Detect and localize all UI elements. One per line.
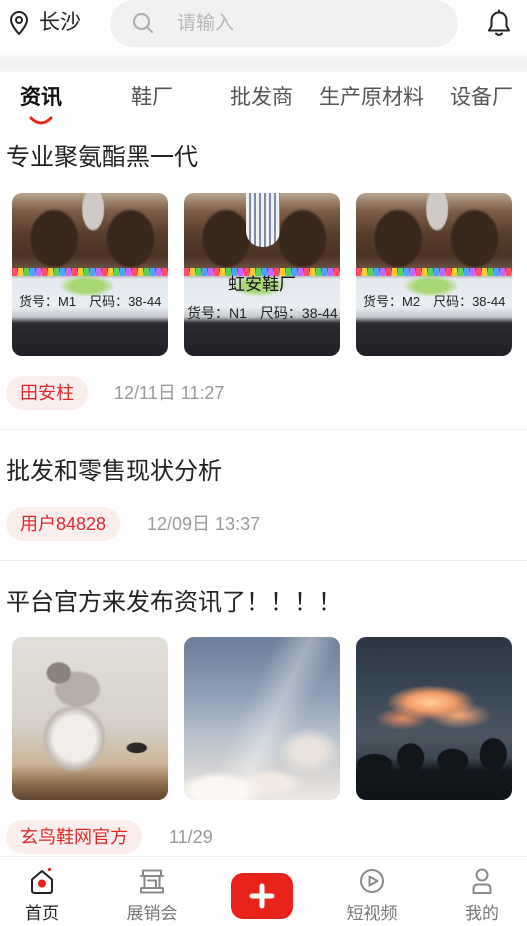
nav-exhibition[interactable]: 展销会: [112, 857, 192, 926]
nav-label: 我的: [465, 904, 499, 923]
sky-photo[interactable]: [184, 637, 340, 800]
bell-icon: [486, 9, 512, 41]
plus-icon: [249, 883, 275, 909]
nav-mine[interactable]: 我的: [442, 857, 522, 926]
shoe-photo[interactable]: 货号：M1 尺码：38-44: [12, 193, 168, 356]
video-icon: [357, 866, 387, 896]
brand-watermark: 虹安鞋厂: [228, 275, 296, 294]
post-time: 11/29: [169, 827, 213, 847]
size-range: 尺码：38-44: [89, 294, 162, 309]
feed-item-title: 平台官方来发布资讯了！！！！: [6, 589, 342, 616]
tab-news[interactable]: 资讯: [20, 84, 62, 112]
location-pin-icon: [8, 10, 30, 36]
bottom-nav: 首页 展销会 短视频 我的: [0, 856, 527, 926]
nav-short-video[interactable]: 短视频: [332, 857, 412, 926]
product-code: 货号：M1: [19, 294, 77, 309]
active-tab-indicator: [29, 116, 53, 125]
location-selector[interactable]: 长沙: [8, 8, 81, 38]
tab-wholesaler[interactable]: 批发商: [230, 84, 293, 112]
nav-label: 短视频: [346, 904, 398, 923]
tab-shoe-factory[interactable]: 鞋厂: [131, 84, 173, 112]
notification-button[interactable]: [486, 9, 512, 37]
search-input[interactable]: [177, 0, 437, 47]
nav-home[interactable]: 首页: [2, 857, 82, 926]
nav-label: 展销会: [126, 904, 178, 923]
sunset-photo[interactable]: [356, 637, 512, 800]
author-badge[interactable]: 用户84828: [6, 507, 121, 541]
shoe-photo[interactable]: 货号：M2 尺码：38-44: [356, 193, 512, 356]
nav-label: 首页: [25, 904, 59, 923]
author-badge[interactable]: 田安柱: [6, 376, 88, 410]
feed-item-title: 专业聚氨酯黑一代: [6, 144, 198, 171]
shoe-photo[interactable]: 虹安鞋厂 货号：N1 尺码：38-44: [184, 193, 340, 356]
feed-item[interactable]: 专业聚氨酯黑一代 货号：M1 尺码：38-44 虹安鞋厂 货号：N1 尺码：38-4…: [0, 130, 527, 430]
search-icon: [132, 12, 154, 34]
image-caption: 货号：N1 尺码：38-44: [187, 305, 338, 322]
post-time: 12/09日 13:37: [147, 514, 261, 534]
author-badge[interactable]: 玄鸟鞋网官方: [6, 820, 142, 854]
image-caption: 货号：M2 尺码：38-44: [363, 294, 505, 310]
search-bar[interactable]: [110, 0, 458, 47]
tab-equipment-factory[interactable]: 设备厂: [450, 84, 513, 112]
product-code: 货号：M2: [363, 294, 421, 309]
image-caption: 货号：M1 尺码：38-44: [19, 294, 161, 310]
user-icon: [467, 866, 497, 896]
header-separator: [0, 52, 527, 72]
app-screen: 长沙 资讯 鞋厂 批发商 生产原材料 设备厂 专业聚氨酯黑一代 货号：M1 尺码：…: [0, 0, 527, 926]
cat-photo[interactable]: [12, 637, 168, 800]
product-code: 货号：N1: [187, 305, 247, 321]
city-name: 长沙: [39, 11, 81, 34]
feed-item[interactable]: 批发和零售现状分析 用户84828 12/09日 13:37: [0, 430, 527, 561]
size-range: 尺码：38-44: [433, 294, 506, 309]
size-range: 尺码：38-44: [259, 305, 338, 321]
home-icon: [27, 866, 57, 896]
tab-raw-materials[interactable]: 生产原材料: [319, 84, 424, 112]
feed-item-title: 批发和零售现状分析: [6, 458, 222, 485]
top-bar: 长沙: [0, 0, 527, 52]
hearts-emoji-row: [356, 268, 512, 276]
post-time: 12/11日 11:27: [114, 383, 225, 403]
feed-item[interactable]: 平台官方来发布资讯了！！！！ 玄鸟鞋网官方 11/29: [0, 561, 527, 856]
hearts-emoji-row: [12, 268, 168, 276]
category-tabs: 资讯 鞋厂 批发商 生产原材料 设备厂: [0, 72, 527, 130]
exhibition-icon: [137, 866, 167, 896]
publish-button[interactable]: [231, 873, 293, 919]
striped-lining: [246, 193, 280, 247]
